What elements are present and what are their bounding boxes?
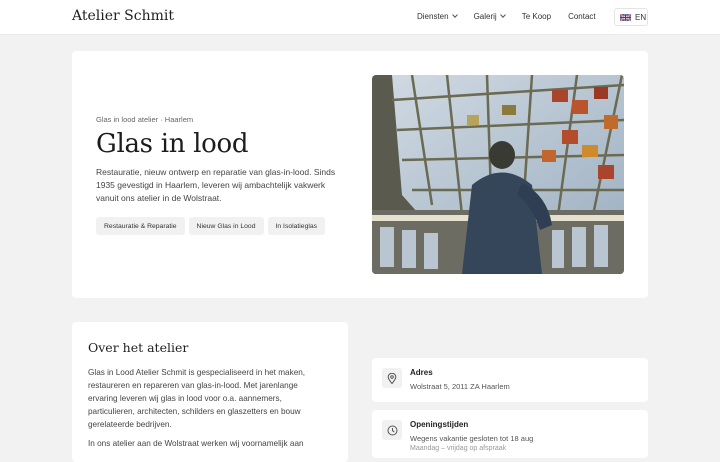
about-paragraph-2: In ons atelier aan de Wolstraat werken w… bbox=[88, 439, 304, 448]
address-text: Wolstraat 5, 2011 ZA Haarlem bbox=[410, 382, 510, 391]
clock-icon bbox=[382, 420, 402, 440]
brand-logo[interactable]: Atelier Schmit bbox=[72, 8, 174, 24]
opening-hours-text: Wegens vakantie gesloten tot 18 aug bbox=[410, 434, 534, 443]
chip-isolatieglas[interactable]: In Isolatieglas bbox=[267, 217, 326, 235]
opening-hours-card: Openingstijden Wegens vakantie gesloten … bbox=[372, 410, 648, 458]
stained-glass-ceiling-photo bbox=[372, 75, 624, 274]
nav-te-koop-label: Te Koop bbox=[521, 12, 552, 21]
nav-contact-label: Contact bbox=[568, 12, 596, 21]
chevron-down-icon bbox=[451, 12, 458, 18]
address-card: Adres Wolstraat 5, 2011 ZA Haarlem bbox=[372, 358, 648, 402]
page-title: Glas in lood bbox=[96, 129, 249, 159]
site-header: Atelier Schmit Diensten Galerij Te Koop … bbox=[0, 0, 720, 35]
chip-nieuw-glas[interactable]: Nieuw Glas in Lood bbox=[188, 217, 264, 235]
opening-hours-subtext: Maandag – vrijdag op afspraak bbox=[410, 445, 507, 452]
service-chips: Restauratie & Reparatie Nieuw Glas in Lo… bbox=[96, 217, 326, 235]
chevron-down-icon bbox=[499, 12, 506, 18]
nav-diensten-label: Diensten bbox=[417, 12, 449, 21]
address-title: Adres bbox=[410, 368, 433, 377]
nav-galerij[interactable]: Galerij bbox=[473, 12, 506, 21]
nav-te-koop[interactable]: Te Koop bbox=[522, 12, 551, 21]
location-pin-icon bbox=[382, 368, 402, 388]
hero-eyebrow: Glas in lood atelier · Haarlem bbox=[96, 115, 194, 124]
main-nav: Diensten Galerij Te Koop Contact bbox=[417, 12, 596, 21]
nav-diensten[interactable]: Diensten bbox=[417, 12, 458, 21]
nav-contact[interactable]: Contact bbox=[568, 12, 596, 21]
uk-flag-icon bbox=[620, 13, 631, 21]
language-switcher[interactable]: EN bbox=[614, 8, 648, 26]
chip-restauratie[interactable]: Restauratie & Reparatie bbox=[96, 217, 185, 235]
language-code: EN bbox=[635, 12, 647, 22]
hero-card: Glas in lood atelier · Haarlem Glas in l… bbox=[72, 51, 648, 298]
about-paragraph: Glas in Lood Atelier Schmit is gespecial… bbox=[88, 368, 306, 429]
nav-galerij-label: Galerij bbox=[473, 12, 497, 21]
opening-hours-title: Openingstijden bbox=[410, 420, 469, 429]
about-card: Over het atelier Glas in Lood Atelier Sc… bbox=[72, 322, 348, 462]
about-heading: Over het atelier bbox=[88, 340, 189, 355]
hero-description: Restauratie, nieuw ontwerp en reparatie … bbox=[96, 167, 336, 203]
